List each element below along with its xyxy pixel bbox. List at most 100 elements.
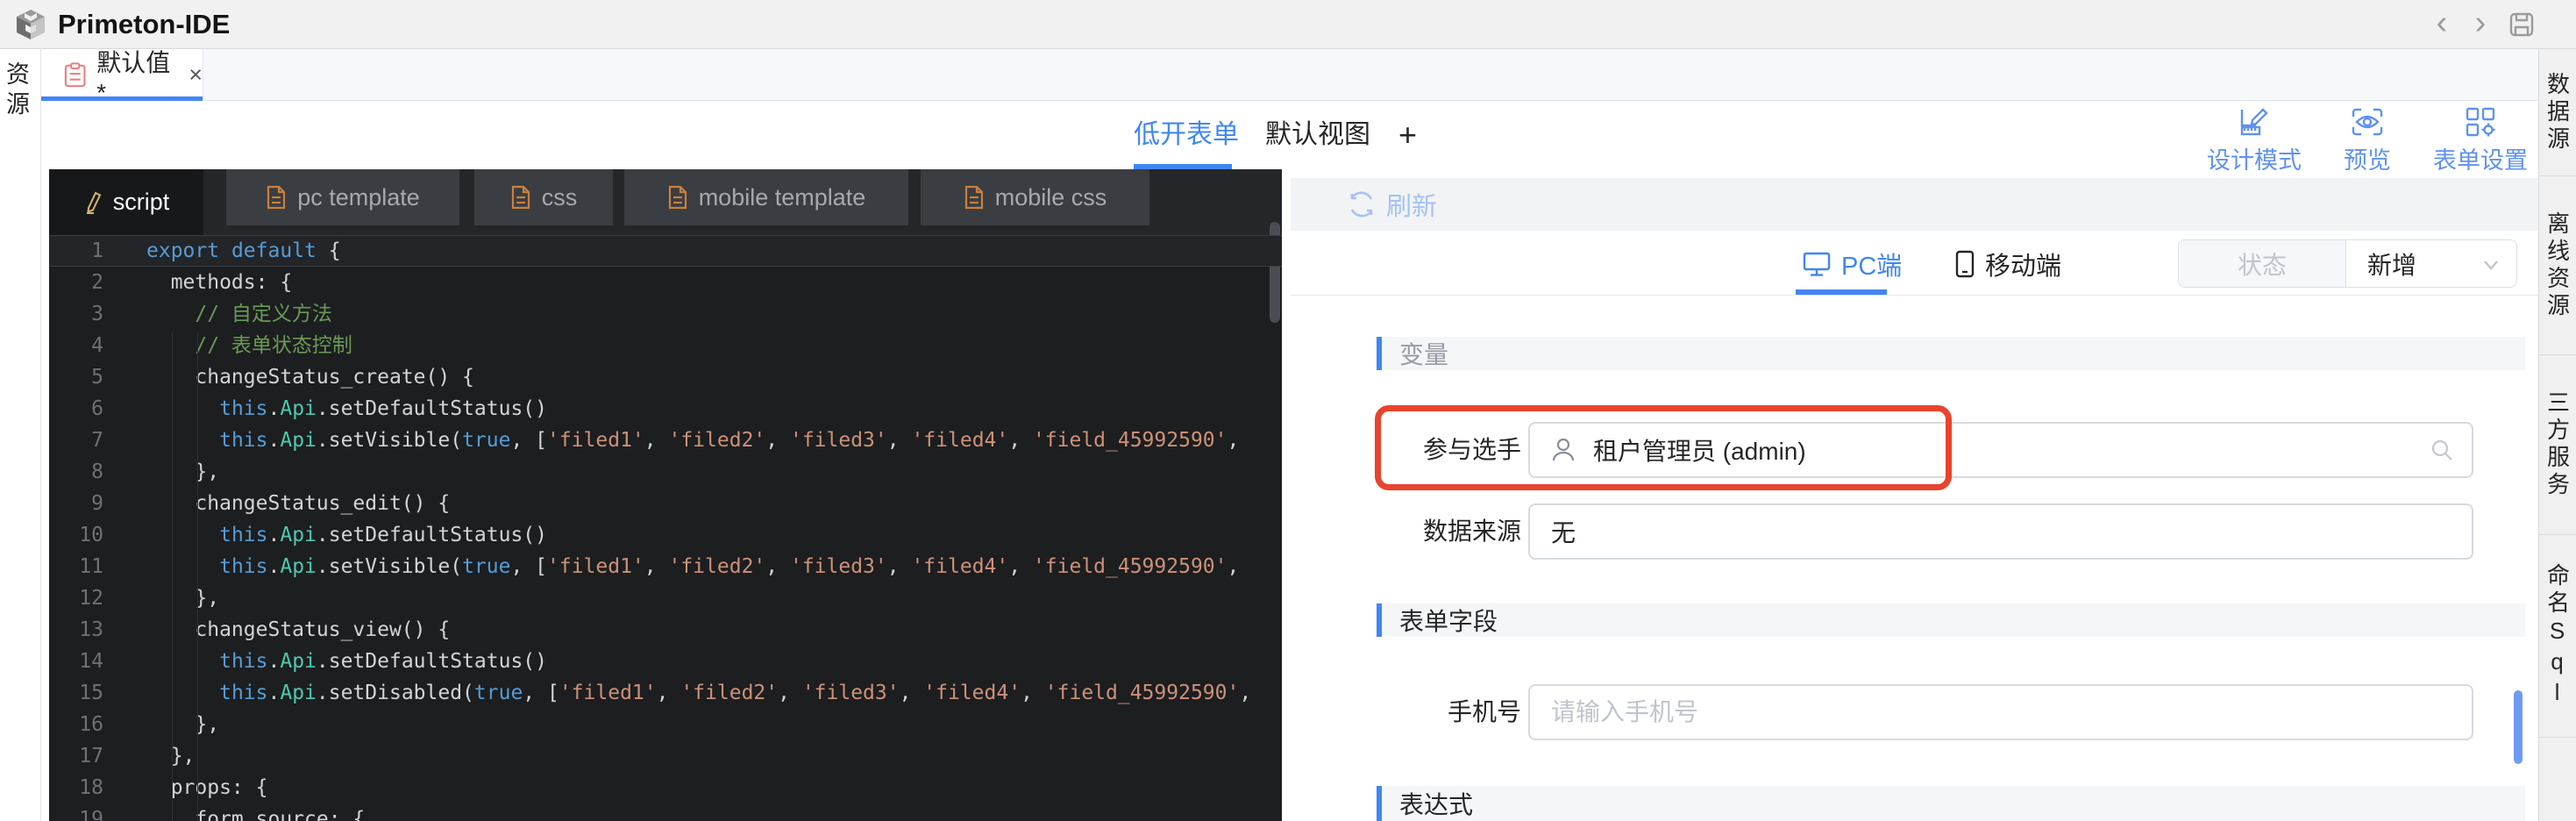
code-line: 19 form_source: { (49, 803, 1282, 821)
code-text: }, (146, 582, 219, 614)
code-text: }, (146, 709, 219, 740)
code-text: this.Api.setVisible(true, ['filed1', 'fi… (146, 425, 1239, 456)
tab-pc-client[interactable]: PC端 (1803, 239, 1902, 289)
chevron-down-icon (2480, 253, 2502, 276)
code-text: this.Api.setDisabled(true, ['filed1', 'f… (146, 677, 1251, 709)
line-number: 9 (49, 488, 103, 519)
right-rail-item[interactable]: 数据源 (2539, 49, 2576, 176)
right-rail: 数据源离线资源三方服务命名Sql (2538, 49, 2576, 821)
phone-input-wrap (1528, 684, 2473, 740)
code-line: 14 this.Api.setDefaultStatus() (49, 646, 1282, 677)
right-rail-item[interactable]: 离线资源 (2539, 176, 2576, 355)
app-root: Primeton-IDE ‹ › 资源 数据源离线资源三方服务命名Sql 默认值… (0, 0, 2576, 821)
datasource-value: 无 (1551, 514, 1576, 549)
indent-guide (197, 332, 198, 821)
code-line: 6 this.Api.setDefaultStatus() (49, 393, 1282, 425)
datasource-input[interactable]: 无 (1528, 503, 2473, 560)
line-number: 19 (49, 803, 103, 821)
code-area[interactable]: 1export default {2 methods: {3 // 自定义方法4… (49, 235, 1282, 821)
refresh-button[interactable]: 刷新 (1348, 178, 1437, 231)
editor-tab-mobile-css[interactable]: mobile css (921, 169, 1149, 225)
status-select[interactable]: 新增 (2346, 240, 2516, 287)
line-number: 3 (49, 298, 103, 330)
code-text: export default { (146, 235, 341, 267)
line-number: 7 (49, 425, 103, 456)
code-text: this.Api.setDefaultStatus() (146, 646, 547, 677)
design-mode-label: 设计模式 (2207, 141, 2302, 175)
code-line: 3 // 自定义方法 (49, 298, 1282, 330)
code-line: 16 }, (49, 709, 1282, 740)
editor-tab-pc-template[interactable]: pc template (226, 169, 459, 225)
search-icon (2430, 438, 2454, 462)
editor-tab-label: pc template (297, 184, 420, 211)
titlebar: Primeton-IDE ‹ › (0, 0, 2576, 49)
tab-default-view[interactable]: 默认视图 (1265, 101, 1370, 169)
pencil-icon (83, 190, 103, 215)
field-label-participants: 参与选手 (1289, 422, 1521, 478)
sidebar-item-resources[interactable]: 资源 (7, 61, 33, 121)
refresh-icon (1348, 190, 1376, 218)
code-text: // 自定义方法 (146, 298, 332, 330)
editor-tab-mobile-template[interactable]: mobile template (624, 169, 908, 225)
app-title: Primeton-IDE (58, 0, 230, 48)
divider (1291, 295, 2538, 296)
code-line: 17 }, (49, 740, 1282, 772)
line-number: 10 (49, 519, 103, 551)
document-tab-default-value[interactable]: 默认值* × (41, 49, 203, 101)
code-text: this.Api.setDefaultStatus() (146, 519, 547, 551)
right-rail-item-label: 三方服务 (2542, 390, 2574, 499)
app-logo-icon (13, 7, 48, 42)
code-line: 7 this.Api.setVisible(true, ['filed1', '… (49, 425, 1282, 456)
save-icon[interactable] (2509, 12, 2534, 37)
phone-input[interactable] (1530, 686, 2472, 739)
participants-input[interactable]: 租户管理员 (admin) (1528, 422, 2473, 478)
file-icon (667, 185, 688, 210)
code-text: methods: { (146, 267, 292, 298)
document-tabstrip (41, 49, 2538, 101)
status-select-group[interactable]: 状态 新增 (2178, 239, 2517, 288)
form-settings-button[interactable]: 表单设置 (2433, 106, 2528, 175)
design-mode-icon (2237, 106, 2272, 138)
section-form-fields: 表单字段 (1377, 603, 2525, 637)
file-icon (964, 185, 985, 210)
tab-pc-label: PC端 (1841, 246, 1902, 282)
editor-tab-label: css (542, 184, 578, 211)
right-rail-item-label: 离线资源 (2542, 211, 2574, 320)
design-mode-button[interactable]: 设计模式 (2207, 106, 2302, 175)
code-line: 12 }, (49, 582, 1282, 614)
preview-label: 预览 (2344, 141, 2391, 175)
right-rail-item-label: 命名Sql (2542, 563, 2574, 710)
code-text: this.Api.setVisible(true, ['filed1', 'fi… (146, 551, 1239, 582)
code-editor: script pc template css (49, 169, 1282, 821)
line-number: 6 (49, 393, 103, 425)
editor-tab-css[interactable]: css (474, 169, 613, 225)
panel-scrollbar-thumb[interactable] (2514, 690, 2523, 764)
document-tab-label: 默认值* (96, 44, 174, 107)
section-expression-label: 表达式 (1399, 786, 1473, 821)
add-view-button[interactable]: + (1398, 101, 1417, 169)
line-number: 13 (49, 614, 103, 646)
nav-forward-icon[interactable]: › (2466, 0, 2495, 49)
status-selected-value: 新增 (2367, 246, 2416, 282)
code-line: 9 changeStatus_edit() { (49, 488, 1282, 519)
file-icon (510, 185, 531, 210)
editor-tab-label: mobile template (699, 184, 866, 211)
preview-button[interactable]: 预览 (2344, 106, 2391, 175)
code-line: 18 props: { (49, 772, 1282, 803)
line-number: 2 (49, 267, 103, 298)
tab-mobile-client[interactable]: 移动端 (1955, 239, 2061, 289)
code-line: 2 methods: { (49, 267, 1282, 298)
editor-tab-label: mobile css (995, 184, 1107, 211)
right-rail-item-label: 数据源 (2542, 72, 2574, 153)
editor-tab-script[interactable]: script (49, 169, 203, 235)
right-rail-item[interactable]: 命名Sql (2539, 535, 2576, 738)
section-variables-label: 变量 (1399, 336, 1448, 371)
code-line: 11 this.Api.setVisible(true, ['filed1', … (49, 551, 1282, 582)
nav-back-icon[interactable]: ‹ (2427, 0, 2457, 49)
code-text: }, (146, 740, 195, 772)
close-icon[interactable]: × (189, 61, 203, 89)
line-number: 16 (49, 709, 103, 740)
preview-eye-icon (2350, 106, 2385, 138)
right-rail-item[interactable]: 三方服务 (2539, 355, 2576, 535)
tab-lowcode-form[interactable]: 低开表单 (1134, 101, 1239, 169)
